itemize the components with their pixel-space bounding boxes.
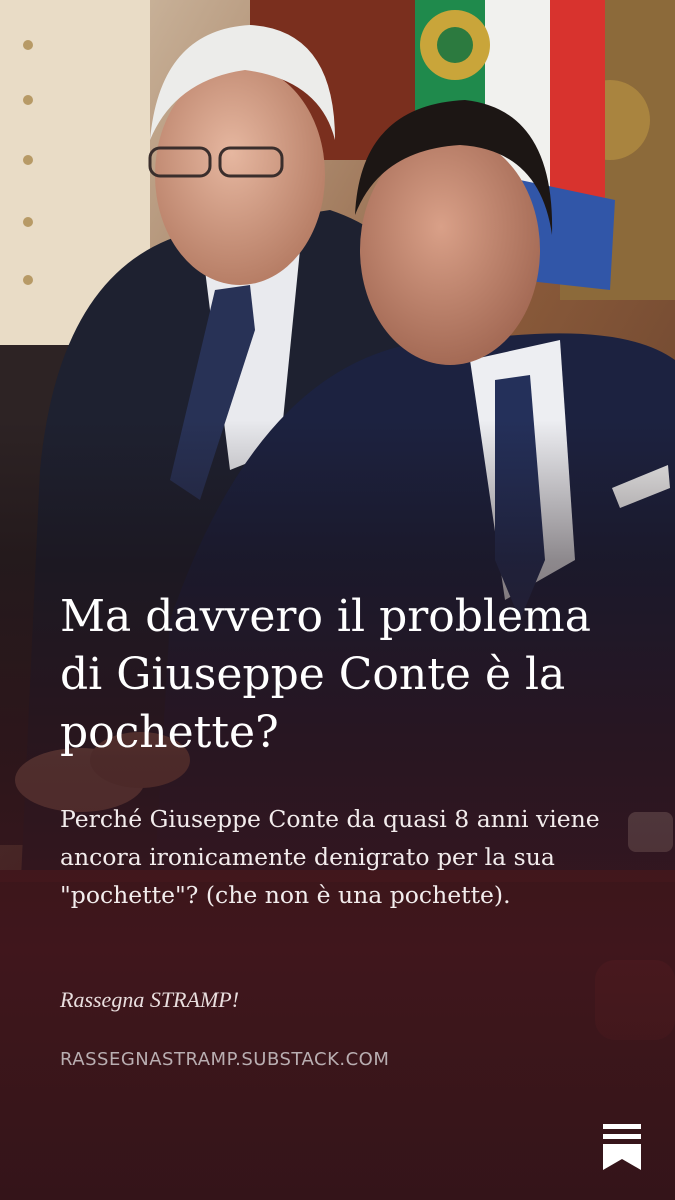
post-title[interactable]: Ma davvero il problema di Giuseppe Conte… (60, 588, 630, 762)
publication-domain[interactable]: RASSEGNASTRAMP.SUBSTACK.COM (60, 1047, 389, 1073)
post-subtitle: Perché Giuseppe Conte da quasi 8 anni vi… (60, 805, 600, 909)
substack-logo-icon[interactable] (603, 1124, 641, 1170)
share-card[interactable]: Ma davvero il problema di Giuseppe Conte… (0, 0, 675, 1200)
publication-name[interactable]: Rassegna STRAMP! (60, 985, 239, 1015)
